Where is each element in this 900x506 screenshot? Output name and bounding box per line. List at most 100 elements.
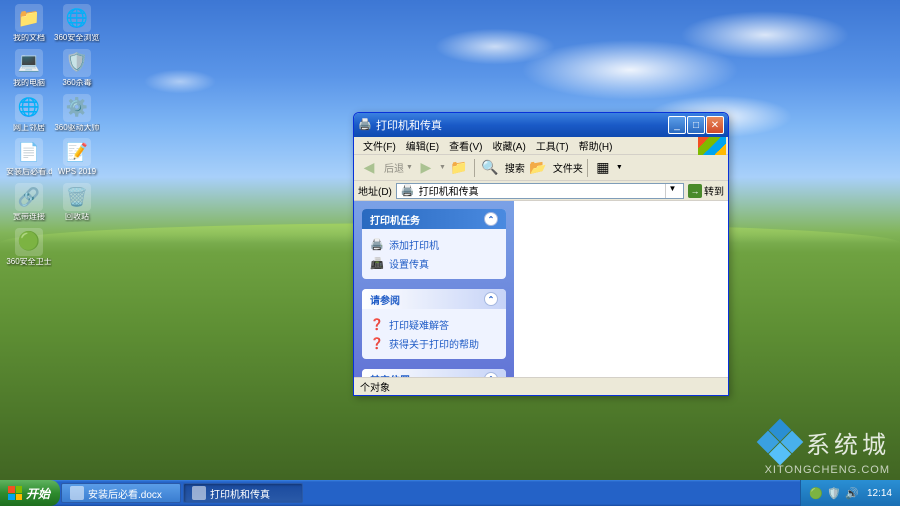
- icon-label: 我的文档: [6, 34, 52, 43]
- icon-label: 360杀毒: [54, 79, 100, 88]
- explorer-window: 🖨️ 打印机和传真 _ □ ✕ 文件(F)编辑(E)查看(V)收藏(A)工具(T…: [353, 112, 729, 396]
- content-area: 打印机任务 ⌃🖨️ 添加打印机📠 设置传真请参阅 ⌃❓ 打印疑难解答❓ 获得关于…: [354, 201, 728, 377]
- icon-label: 360安全浏览器: [54, 34, 100, 43]
- desktop-icon[interactable]: 🌐 网上邻居: [6, 94, 52, 133]
- collapse-icon[interactable]: ⌃: [484, 292, 498, 306]
- address-value: 打印机和传真: [419, 183, 661, 198]
- window-controls: _ □ ✕: [668, 116, 724, 134]
- panel-link[interactable]: ❓ 获得关于打印的帮助: [370, 334, 498, 353]
- views-button[interactable]: ▦: [592, 157, 614, 179]
- app-icon: [70, 486, 84, 500]
- back-label: 后退: [384, 160, 404, 175]
- desktop-icon[interactable]: 🛡️ 360杀毒: [54, 49, 100, 88]
- addressbar: 地址(D) 🖨️ 打印机和传真 ▼ → 转到: [354, 181, 728, 201]
- panel-title: 请参阅: [370, 292, 400, 307]
- up-button[interactable]: 📁: [448, 157, 470, 179]
- desktop-icon[interactable]: 📄 安装后必看.docx: [6, 138, 52, 177]
- panel-link[interactable]: 🖨️ 添加打印机: [370, 235, 498, 254]
- forward-button[interactable]: ▶: [415, 157, 437, 179]
- desktop-icon[interactable]: 💻 我的电脑: [6, 49, 52, 88]
- separator: [587, 159, 588, 177]
- desktop-icon[interactable]: ⚙️ 360驱动大师: [54, 94, 100, 133]
- panel-header[interactable]: 其它位置 ⌃: [362, 369, 506, 377]
- icon-label: 回收站: [54, 213, 100, 222]
- panel-body: ❓ 打印疑难解答❓ 获得关于打印的帮助: [362, 309, 506, 359]
- file-list-area[interactable]: [514, 201, 728, 377]
- app-icon: ⚙️: [63, 94, 91, 122]
- watermark: 系统城 XITONGCHENG.COM: [760, 422, 890, 476]
- icon-label: 360安全卫士: [6, 258, 52, 267]
- desktop-icon[interactable]: 🗑️ 回收站: [54, 183, 100, 222]
- collapse-icon[interactable]: ⌃: [484, 212, 498, 226]
- app-icon: 🌐: [63, 4, 91, 32]
- app-icon: 📄: [15, 138, 43, 166]
- menu-item[interactable]: 查看(V): [444, 138, 487, 153]
- views-icon: ▦: [596, 159, 609, 176]
- taskbar-item[interactable]: 打印机和传真: [183, 483, 303, 503]
- tray-icon[interactable]: 🛡️: [827, 486, 841, 500]
- item-label: 添加打印机: [389, 237, 439, 252]
- folder-up-icon: 📁: [450, 159, 467, 176]
- system-tray[interactable]: 🟢 🛡️ 🔊 12:14: [800, 480, 900, 506]
- tray-icon[interactable]: 🟢: [809, 486, 823, 500]
- chevron-down-icon[interactable]: ▼: [406, 164, 413, 171]
- task-panel: 其它位置 ⌃⚙️ 控制面板📷 扫描仪和照相机📁 我的文档🖼️ 图片收藏💻 我的电…: [362, 369, 506, 377]
- address-dropdown[interactable]: ▼: [665, 184, 679, 198]
- item-icon: ❓: [370, 337, 384, 351]
- start-label: 开始: [26, 485, 50, 502]
- icon-label: 我的电脑: [6, 79, 52, 88]
- task-sidebar: 打印机任务 ⌃🖨️ 添加打印机📠 设置传真请参阅 ⌃❓ 打印疑难解答❓ 获得关于…: [354, 201, 514, 377]
- desktop-icon[interactable]: 🌐 360安全浏览器: [54, 4, 100, 43]
- item-label: 打印疑难解答: [389, 317, 449, 332]
- taskbar: 开始 安装后必看.docx 打印机和传真 🟢 🛡️ 🔊 12:14: [0, 480, 900, 506]
- app-icon: 📁: [15, 4, 43, 32]
- search-icon: 🔍: [481, 159, 498, 176]
- menu-item[interactable]: 收藏(A): [487, 138, 530, 153]
- panel-header[interactable]: 请参阅 ⌃: [362, 289, 506, 309]
- go-button[interactable]: → 转到: [688, 183, 724, 198]
- desktop-icon[interactable]: 🔗 宽带连接: [6, 183, 52, 222]
- menu-item[interactable]: 帮助(H): [574, 138, 618, 153]
- task-panel: 打印机任务 ⌃🖨️ 添加打印机📠 设置传真: [362, 209, 506, 279]
- menu-item[interactable]: 文件(F): [358, 138, 401, 153]
- printer-icon: 🖨️: [401, 184, 415, 197]
- clock[interactable]: 12:14: [867, 488, 892, 499]
- app-icon: 🗑️: [63, 183, 91, 211]
- folders-icon: 📂: [529, 159, 546, 176]
- icon-label: 安装后必看.docx: [6, 168, 52, 177]
- item-icon: 📠: [370, 257, 384, 271]
- volume-icon[interactable]: 🔊: [845, 486, 859, 500]
- item-icon: 🖨️: [370, 238, 384, 252]
- app-icon: 📝: [63, 138, 91, 166]
- taskbar-item[interactable]: 安装后必看.docx: [61, 483, 181, 503]
- icon-label: 宽带连接: [6, 213, 52, 222]
- address-input[interactable]: 🖨️ 打印机和传真 ▼: [396, 183, 684, 199]
- desktop-icon[interactable]: 📁 我的文档: [6, 4, 52, 43]
- menu-item[interactable]: 编辑(E): [401, 138, 444, 153]
- item-label: 设置传真: [389, 256, 429, 271]
- folders-button[interactable]: 📂: [527, 157, 549, 179]
- maximize-button[interactable]: □: [687, 116, 705, 134]
- search-button[interactable]: 🔍: [479, 157, 501, 179]
- desktop-icon[interactable]: 🟢 360安全卫士: [6, 228, 52, 267]
- watermark-text: 系统城: [806, 425, 890, 460]
- statusbar: 个对象: [354, 377, 728, 395]
- titlebar[interactable]: 🖨️ 打印机和传真 _ □ ✕: [354, 113, 728, 137]
- close-button[interactable]: ✕: [706, 116, 724, 134]
- icon-label: 网上邻居: [6, 124, 52, 133]
- chevron-down-icon[interactable]: ▼: [439, 164, 446, 171]
- menu-item[interactable]: 工具(T): [531, 138, 574, 153]
- desktop-icon[interactable]: 📝 WPS 2019: [54, 138, 100, 177]
- panel-link[interactable]: 📠 设置传真: [370, 254, 498, 273]
- panel-header[interactable]: 打印机任务 ⌃: [362, 209, 506, 229]
- chevron-down-icon[interactable]: ▼: [616, 164, 623, 171]
- item-icon: ❓: [370, 318, 384, 332]
- folders-label: 文件夹: [553, 160, 583, 175]
- back-button[interactable]: ◀: [358, 157, 380, 179]
- panel-link[interactable]: ❓ 打印疑难解答: [370, 315, 498, 334]
- desktop[interactable]: 📁 我的文档🌐 360安全浏览器💻 我的电脑🛡️ 360杀毒🌐 网上邻居⚙️ 3…: [0, 0, 900, 506]
- menubar: 文件(F)编辑(E)查看(V)收藏(A)工具(T)帮助(H): [354, 137, 728, 155]
- minimize-button[interactable]: _: [668, 116, 686, 134]
- start-button[interactable]: 开始: [0, 480, 60, 506]
- back-arrow-icon: ◀: [364, 159, 375, 176]
